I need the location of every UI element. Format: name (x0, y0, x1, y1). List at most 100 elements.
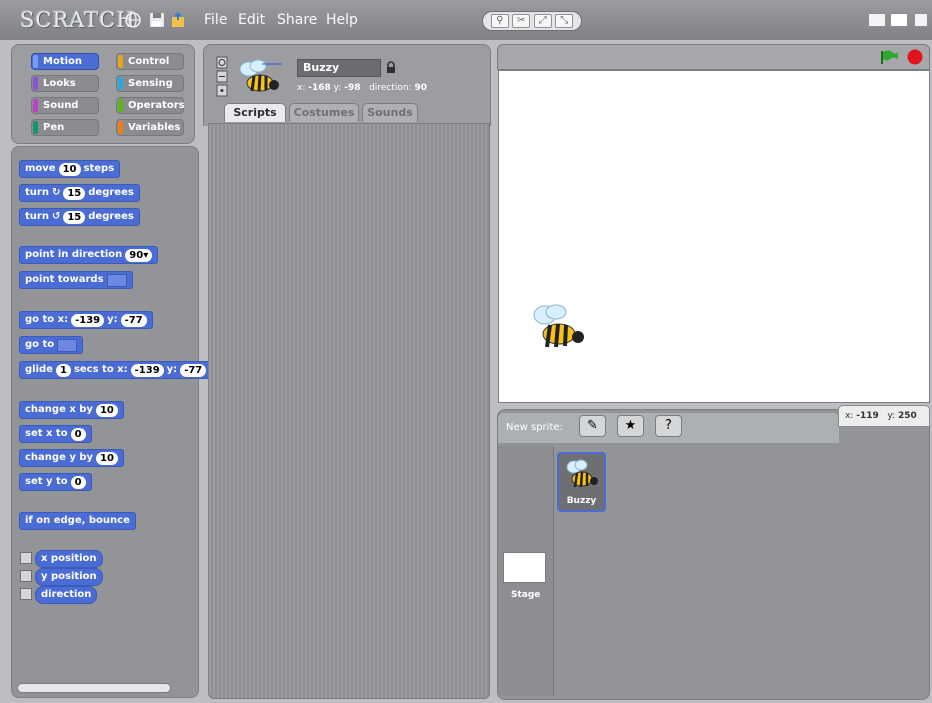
category-operators[interactable]: Operators (116, 97, 185, 114)
sprite-thumbnail-bee (239, 59, 282, 92)
direction-reporter[interactable]: direction (35, 586, 98, 604)
sprite-name-input[interactable]: Buzzy (297, 59, 381, 77)
random-sprite-icon[interactable]: ? (655, 415, 682, 437)
change-y-block[interactable]: change y by 10 (19, 449, 124, 467)
delete-tool-icon[interactable]: ✂ (512, 14, 531, 28)
category-looks[interactable]: Looks (31, 75, 99, 92)
rotate-clockwise-icon: ↻ (51, 187, 61, 198)
point-towards-block[interactable]: point towards (19, 271, 133, 289)
bee-sprite[interactable] (529, 301, 591, 353)
duplicate-tool-icon[interactable]: ⚲ (490, 14, 509, 28)
turn-counterclockwise-block[interactable]: turn ↺ 15 degrees (19, 208, 140, 226)
rotate-all-around-icon[interactable] (216, 56, 228, 69)
set-y-block[interactable]: set y to 0 (19, 473, 92, 491)
category-sound[interactable]: Sound (31, 97, 99, 114)
menu-file[interactable]: File (204, 12, 227, 28)
green-flag-icon[interactable] (880, 49, 900, 65)
x-position-reporter[interactable]: x position (35, 550, 103, 568)
y-position-reporter[interactable]: y position (35, 568, 103, 586)
direction-dropdown[interactable]: 90▾ (125, 248, 153, 262)
x-label: x: (297, 83, 306, 93)
choose-sprite-file-icon[interactable]: ★ (617, 415, 644, 437)
share-icon[interactable] (170, 11, 188, 29)
block-text: y: (166, 364, 178, 375)
presentation-mode-icon[interactable] (914, 13, 928, 27)
degrees-input[interactable]: 15 (63, 186, 86, 200)
category-pen[interactable]: Pen (31, 119, 99, 136)
x-input[interactable]: -139 (71, 313, 105, 327)
no-rotate-icon[interactable] (216, 84, 228, 97)
target-dropdown[interactable] (57, 338, 78, 352)
save-icon[interactable] (148, 11, 166, 29)
block-text: change y by (25, 452, 94, 463)
block-text: go to (25, 339, 55, 350)
x-input[interactable]: -139 (130, 363, 164, 377)
y-input[interactable]: 0 (70, 475, 86, 489)
category-variables[interactable]: Variables (116, 119, 184, 136)
x-position-checkbox[interactable] (20, 552, 32, 564)
palette-scrollbar[interactable] (17, 683, 171, 693)
stage-header (497, 44, 930, 70)
paint-new-sprite-icon[interactable]: ✎ (579, 415, 606, 437)
change-x-block[interactable]: change x by 10 (19, 401, 124, 419)
turn-clockwise-block[interactable]: turn ↻ 15 degrees (19, 184, 140, 202)
tab-scripts[interactable]: Scripts (224, 103, 286, 122)
secs-input[interactable]: 1 (55, 363, 71, 377)
category-control[interactable]: Control (116, 53, 184, 70)
sprite-thumbnail-buzzy[interactable]: Buzzy (557, 452, 606, 512)
stage-canvas[interactable] (498, 70, 930, 403)
bounce-block[interactable]: if on edge, bounce (19, 512, 136, 530)
category-sensing[interactable]: Sensing (116, 75, 184, 92)
block-text: point in direction (25, 249, 123, 260)
stage-label: Stage (511, 590, 541, 600)
menu-edit[interactable]: Edit (238, 12, 265, 28)
block-text: y: (107, 314, 118, 325)
tab-sounds[interactable]: Sounds (362, 103, 418, 122)
y-input[interactable]: -77 (120, 313, 147, 327)
menu-help[interactable]: Help (326, 12, 358, 28)
direction-value: 90 (129, 249, 144, 261)
lock-icon[interactable] (386, 61, 396, 74)
normal-stage-icon[interactable] (890, 13, 908, 27)
grow-tool-icon[interactable]: ⤢ (533, 14, 552, 28)
menu-share[interactable]: Share (277, 12, 317, 28)
steps-input[interactable]: 10 (58, 162, 81, 176)
set-x-block[interactable]: set x to 0 (19, 425, 92, 443)
bee-thumbnail-icon (566, 459, 598, 488)
stop-icon[interactable] (906, 48, 924, 66)
y-input[interactable]: -77 (180, 363, 207, 377)
y-change-input[interactable]: 10 (96, 451, 118, 465)
scratch-logo: SCRATCH (20, 8, 136, 32)
block-text: secs to x: (73, 364, 128, 375)
left-right-icon[interactable] (216, 70, 228, 83)
block-text: degrees (88, 187, 134, 198)
block-palette (11, 146, 199, 698)
go-to-xy-block[interactable]: go to x: -139 y: -77 (19, 311, 153, 329)
tab-costumes[interactable]: Costumes (289, 103, 359, 122)
glide-block[interactable]: glide 1 secs to x: -139 y: -77 (19, 361, 213, 379)
block-text: move (25, 163, 56, 174)
scripts-area[interactable] (208, 123, 490, 699)
sprite-x-value: -168 (308, 83, 331, 93)
small-stage-icon[interactable] (868, 13, 886, 27)
globe-icon[interactable] (124, 11, 142, 29)
block-text: go to x: (25, 314, 69, 325)
block-text: set y to (25, 476, 68, 487)
target-dropdown[interactable] (106, 273, 127, 287)
category-motion[interactable]: Motion (31, 53, 99, 70)
point-in-direction-block[interactable]: point in direction 90▾ (19, 246, 159, 264)
block-text: glide (25, 364, 53, 375)
sprite-thumbnail-label: Buzzy (566, 496, 597, 506)
move-steps-block[interactable]: move 10 steps (19, 160, 121, 178)
y-position-checkbox[interactable] (20, 570, 32, 582)
direction-checkbox[interactable] (20, 588, 32, 600)
degrees-input[interactable]: 15 (63, 210, 86, 224)
go-to-block[interactable]: go to (19, 336, 84, 354)
x-change-input[interactable]: 10 (95, 403, 118, 417)
sprite-y-value: -98 (344, 83, 361, 93)
mouse-y-value: 250 (897, 411, 917, 421)
shrink-tool-icon[interactable]: ⤡ (555, 14, 574, 28)
x-input[interactable]: 0 (70, 427, 86, 441)
stage-thumbnail[interactable] (503, 552, 546, 583)
new-sprite-label: New sprite: (506, 422, 563, 433)
